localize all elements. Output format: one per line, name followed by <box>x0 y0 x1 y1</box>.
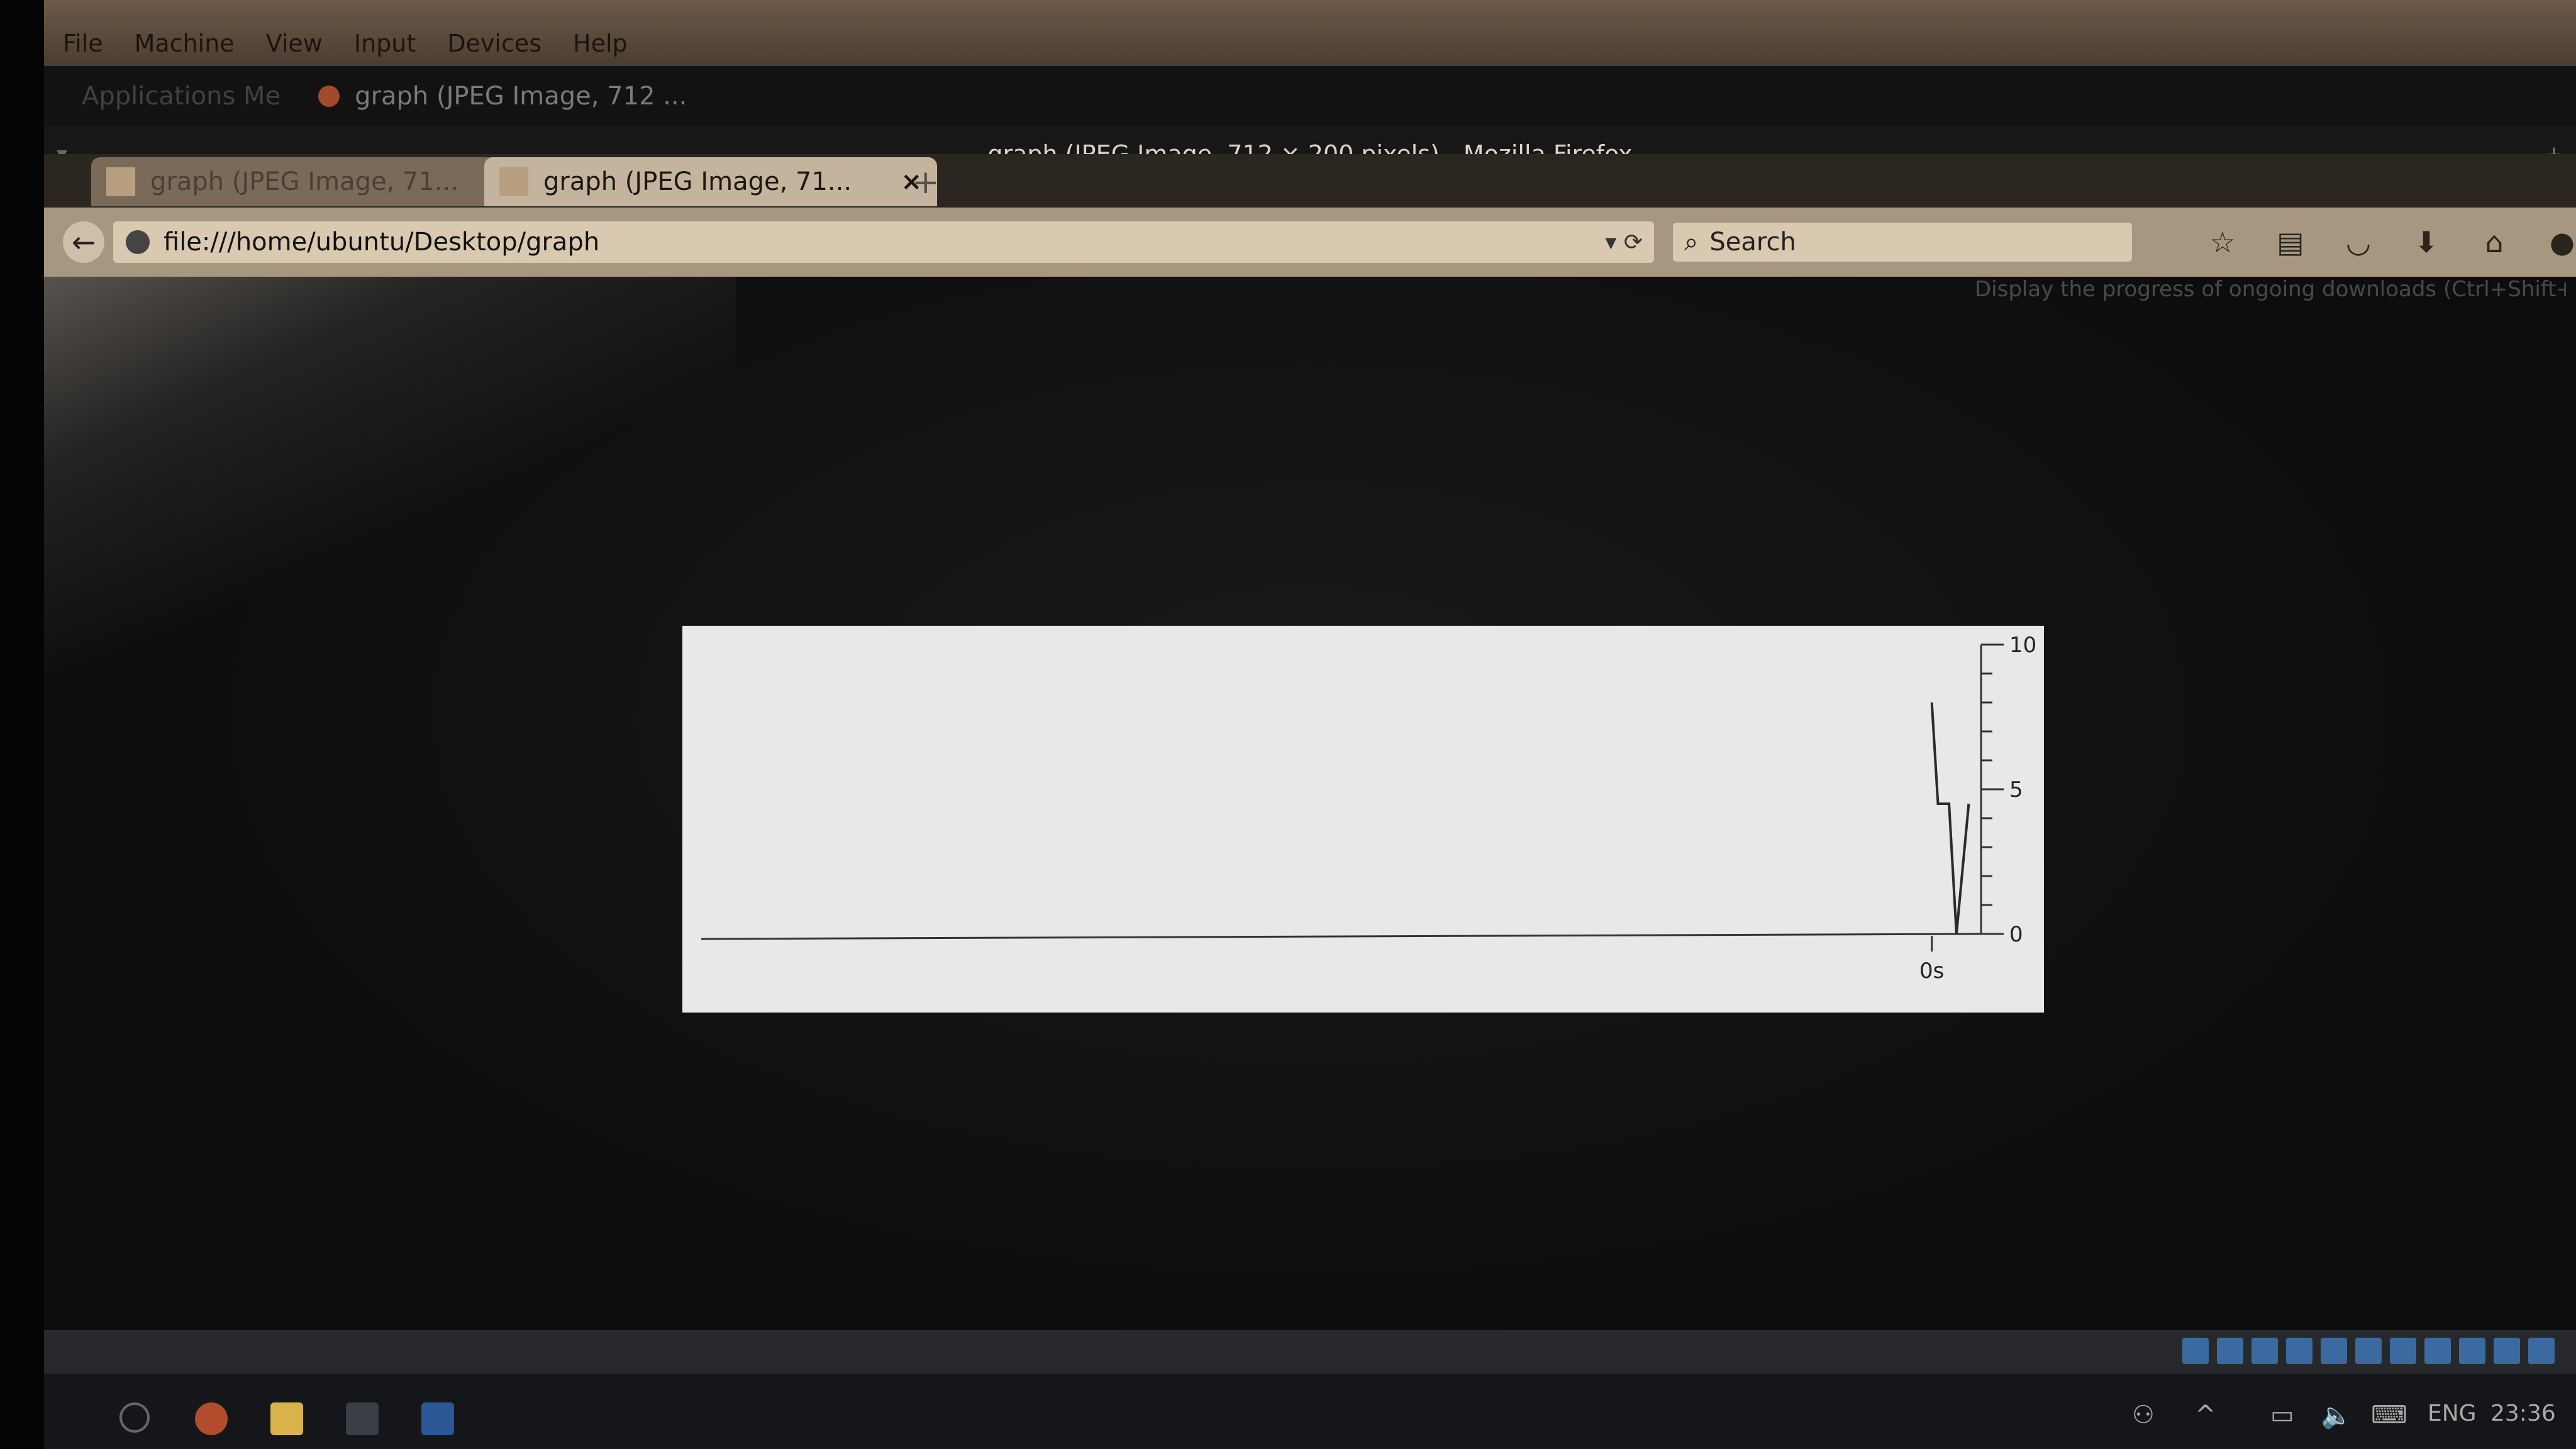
home-icon[interactable]: ⌂ <box>2460 225 2528 259</box>
windows-taskbar: ⚇ ^ ▭ 🔈 ⌨ ENG 23:36 <box>44 1374 2576 1449</box>
x-tick-label: 0s <box>1919 958 1944 984</box>
menu-machine[interactable]: Machine <box>135 30 235 57</box>
vbox-status-icon[interactable] <box>2251 1338 2278 1364</box>
y-tick-label: 5 <box>2009 777 2023 802</box>
firefox-icon <box>318 85 340 107</box>
vbox-status-icon[interactable] <box>2528 1338 2555 1364</box>
pocket-icon[interactable]: ◡ <box>2324 225 2392 259</box>
search-icon[interactable] <box>119 1402 150 1433</box>
vbox-status-icon[interactable] <box>2494 1338 2520 1364</box>
task-label: graph (JPEG Image, 712 ... <box>355 81 687 111</box>
applications-menu[interactable]: Applications Me <box>82 82 280 111</box>
tab-graph-1[interactable]: graph (JPEG Image, 71... × <box>91 157 525 206</box>
chat-icon[interactable]: ● <box>2528 225 2576 259</box>
folder-icon[interactable] <box>270 1402 303 1435</box>
url-text: file:///home/ubuntu/Desktop/graph <box>164 228 600 257</box>
vbox-status-icon[interactable] <box>2321 1338 2347 1364</box>
graph-image: 10 5 0 0s <box>682 626 2044 1013</box>
vbox-status-icon[interactable] <box>2286 1338 2312 1364</box>
volume-icon[interactable]: 🔈 <box>2321 1401 2352 1430</box>
tab-strip: graph (JPEG Image, 71... × graph (JPEG I… <box>44 154 2576 208</box>
vbox-status-icon[interactable] <box>2217 1338 2243 1364</box>
menu-input[interactable]: Input <box>354 30 416 57</box>
vbox-status-icon[interactable] <box>2424 1338 2451 1364</box>
downloads-tooltip: Display the progress of ongoing download… <box>1975 277 2566 302</box>
language-indicator[interactable]: ENG <box>2428 1401 2477 1426</box>
image-favicon-icon <box>106 167 135 196</box>
search-placeholder: Search <box>1709 228 1796 257</box>
y-tick-label: 10 <box>2009 633 2036 658</box>
screen-glare <box>44 277 736 717</box>
keyboard-icon[interactable]: ⌨ <box>2371 1401 2407 1430</box>
vbox-status-icon[interactable] <box>2459 1338 2485 1364</box>
virtualbox-icon[interactable] <box>346 1402 379 1435</box>
chevron-up-icon[interactable]: ^ <box>2195 1401 2216 1430</box>
clipboard-icon[interactable]: ▤ <box>2257 225 2324 259</box>
clock[interactable]: 23:36 <box>2490 1401 2556 1426</box>
tab-graph-2-active[interactable]: graph (JPEG Image, 71... × <box>484 157 937 206</box>
word-icon[interactable] <box>421 1402 454 1435</box>
back-button[interactable]: ← <box>63 221 104 263</box>
tab-label: graph (JPEG Image, 71... <box>543 167 852 196</box>
screen-bezel <box>0 0 44 1449</box>
vbox-status-icon[interactable] <box>2355 1338 2382 1364</box>
toolbar-icons: ☆ ▤ ◡ ⬇ ⌂ ● <box>2189 225 2576 259</box>
taskbar-firefox-task[interactable]: graph (JPEG Image, 712 ... <box>318 82 687 111</box>
people-icon[interactable]: ⚇ <box>2132 1401 2155 1430</box>
menu-file[interactable]: File <box>63 30 103 57</box>
vbox-status-icon[interactable] <box>2182 1338 2209 1364</box>
download-icon[interactable]: ⬇ <box>2392 225 2460 259</box>
new-tab-button[interactable]: + <box>912 164 940 201</box>
history-dropdown-and-reload-icon[interactable]: ▾ ⟳ <box>1605 230 1643 255</box>
y-tick-label: 0 <box>2009 922 2023 947</box>
menu-help[interactable]: Help <box>573 30 628 57</box>
url-bar[interactable]: file:///home/ubuntu/Desktop/graph ▾ ⟳ <box>113 221 1654 263</box>
star-icon[interactable]: ☆ <box>2189 225 2257 259</box>
tab-label: graph (JPEG Image, 71... <box>150 167 459 196</box>
graph-chart: 10 5 0 0s <box>701 633 2036 984</box>
globe-icon <box>126 230 150 254</box>
guest-top-panel: Applications Me graph (JPEG Image, 712 .… <box>44 66 2576 126</box>
menu-devices[interactable]: Devices <box>447 30 541 57</box>
series-line <box>1930 702 1970 935</box>
menu-view[interactable]: View <box>266 30 323 57</box>
vbox-status-icon[interactable] <box>2390 1338 2416 1364</box>
virtualbox-menu-bar: File Machine View Input Devices Help <box>44 0 2576 66</box>
search-input[interactable]: ⌕ Search <box>1673 223 2132 262</box>
network-icon[interactable]: ▭ <box>2270 1401 2294 1430</box>
image-favicon-icon <box>499 167 528 196</box>
search-icon: ⌕ <box>1684 228 1699 257</box>
virtualbox-status-bar <box>44 1330 2576 1374</box>
browser-icon[interactable] <box>195 1402 228 1435</box>
x-axis-line <box>701 933 1982 940</box>
navigation-toolbar: ← file:///home/ubuntu/Desktop/graph ▾ ⟳ … <box>44 208 2576 277</box>
